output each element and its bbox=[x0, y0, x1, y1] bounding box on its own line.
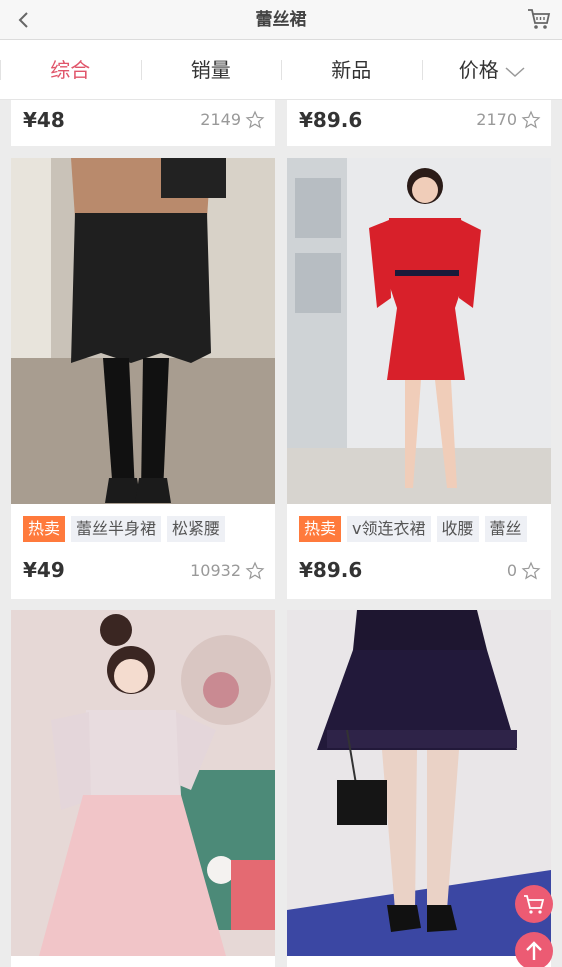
tag: 蕾丝半身裙 bbox=[71, 516, 162, 542]
floating-cart-button[interactable] bbox=[515, 885, 553, 923]
product-image[interactable] bbox=[11, 610, 275, 956]
product-price: ¥89.6 bbox=[299, 558, 363, 582]
product-card[interactable]: 热卖 蕾丝半身裙 松紧腰 ¥49 10932 bbox=[11, 158, 275, 599]
tag: 蕾丝 bbox=[484, 516, 527, 542]
sales-count: 2170 bbox=[476, 110, 517, 129]
star-icon[interactable] bbox=[245, 561, 265, 581]
hot-tag: 热卖 bbox=[299, 516, 342, 542]
cart-icon[interactable] bbox=[526, 6, 552, 32]
top-bar: 蕾丝裙 bbox=[0, 0, 562, 40]
product-image[interactable] bbox=[287, 610, 551, 956]
tab-new[interactable]: 新品 bbox=[281, 40, 422, 99]
tag: 收腰 bbox=[436, 516, 479, 542]
product-grid: ¥48 2149 ¥89.6 2170 热卖 蕾丝半身裙 松紧腰 ¥49 109… bbox=[0, 100, 562, 967]
tab-label: 销量 bbox=[190, 58, 231, 82]
page-title: 蕾丝裙 bbox=[255, 10, 307, 30]
star-icon[interactable] bbox=[521, 110, 541, 130]
product-image[interactable] bbox=[11, 158, 275, 504]
product-price: ¥48 bbox=[23, 108, 65, 132]
product-price: ¥49 bbox=[23, 558, 65, 582]
sales-count: 0 bbox=[506, 561, 517, 580]
cart-icon bbox=[524, 895, 545, 914]
star-icon[interactable] bbox=[245, 110, 265, 130]
tab-label: 新品 bbox=[331, 58, 372, 82]
tab-label: 价格 bbox=[458, 58, 499, 82]
product-card[interactable]: ¥48 2149 bbox=[11, 100, 275, 146]
tag: v领连衣裙 bbox=[347, 516, 431, 542]
product-image[interactable] bbox=[287, 158, 551, 504]
arrow-up-icon bbox=[526, 941, 542, 960]
tag-list: 热卖 v领连衣裙 收腰 蕾丝 bbox=[299, 516, 527, 542]
product-card[interactable]: ¥89.6 2170 bbox=[287, 100, 551, 146]
product-card[interactable] bbox=[11, 610, 275, 967]
product-card[interactable]: 热卖 v领连衣裙 收腰 蕾丝 ¥89.6 0 bbox=[287, 158, 551, 599]
sales-count: 10932 bbox=[190, 561, 241, 580]
product-card[interactable] bbox=[287, 610, 551, 967]
sales-count: 2149 bbox=[200, 110, 241, 129]
hot-tag: 热卖 bbox=[23, 516, 66, 542]
sort-tabs: 综合 销量 新品 价格 bbox=[0, 40, 562, 100]
tab-price[interactable]: 价格 bbox=[421, 40, 562, 99]
tag: 松紧腰 bbox=[167, 516, 226, 542]
tab-sales[interactable]: 销量 bbox=[140, 40, 282, 99]
back-to-top-button[interactable] bbox=[515, 932, 553, 967]
star-icon[interactable] bbox=[521, 561, 541, 581]
tag-list: 热卖 蕾丝半身裙 松紧腰 bbox=[23, 516, 226, 542]
product-price: ¥89.6 bbox=[299, 108, 363, 132]
tab-comprehensive[interactable]: 综合 bbox=[0, 40, 141, 99]
chevron-down-icon bbox=[505, 66, 525, 77]
tab-label: 综合 bbox=[50, 58, 91, 82]
